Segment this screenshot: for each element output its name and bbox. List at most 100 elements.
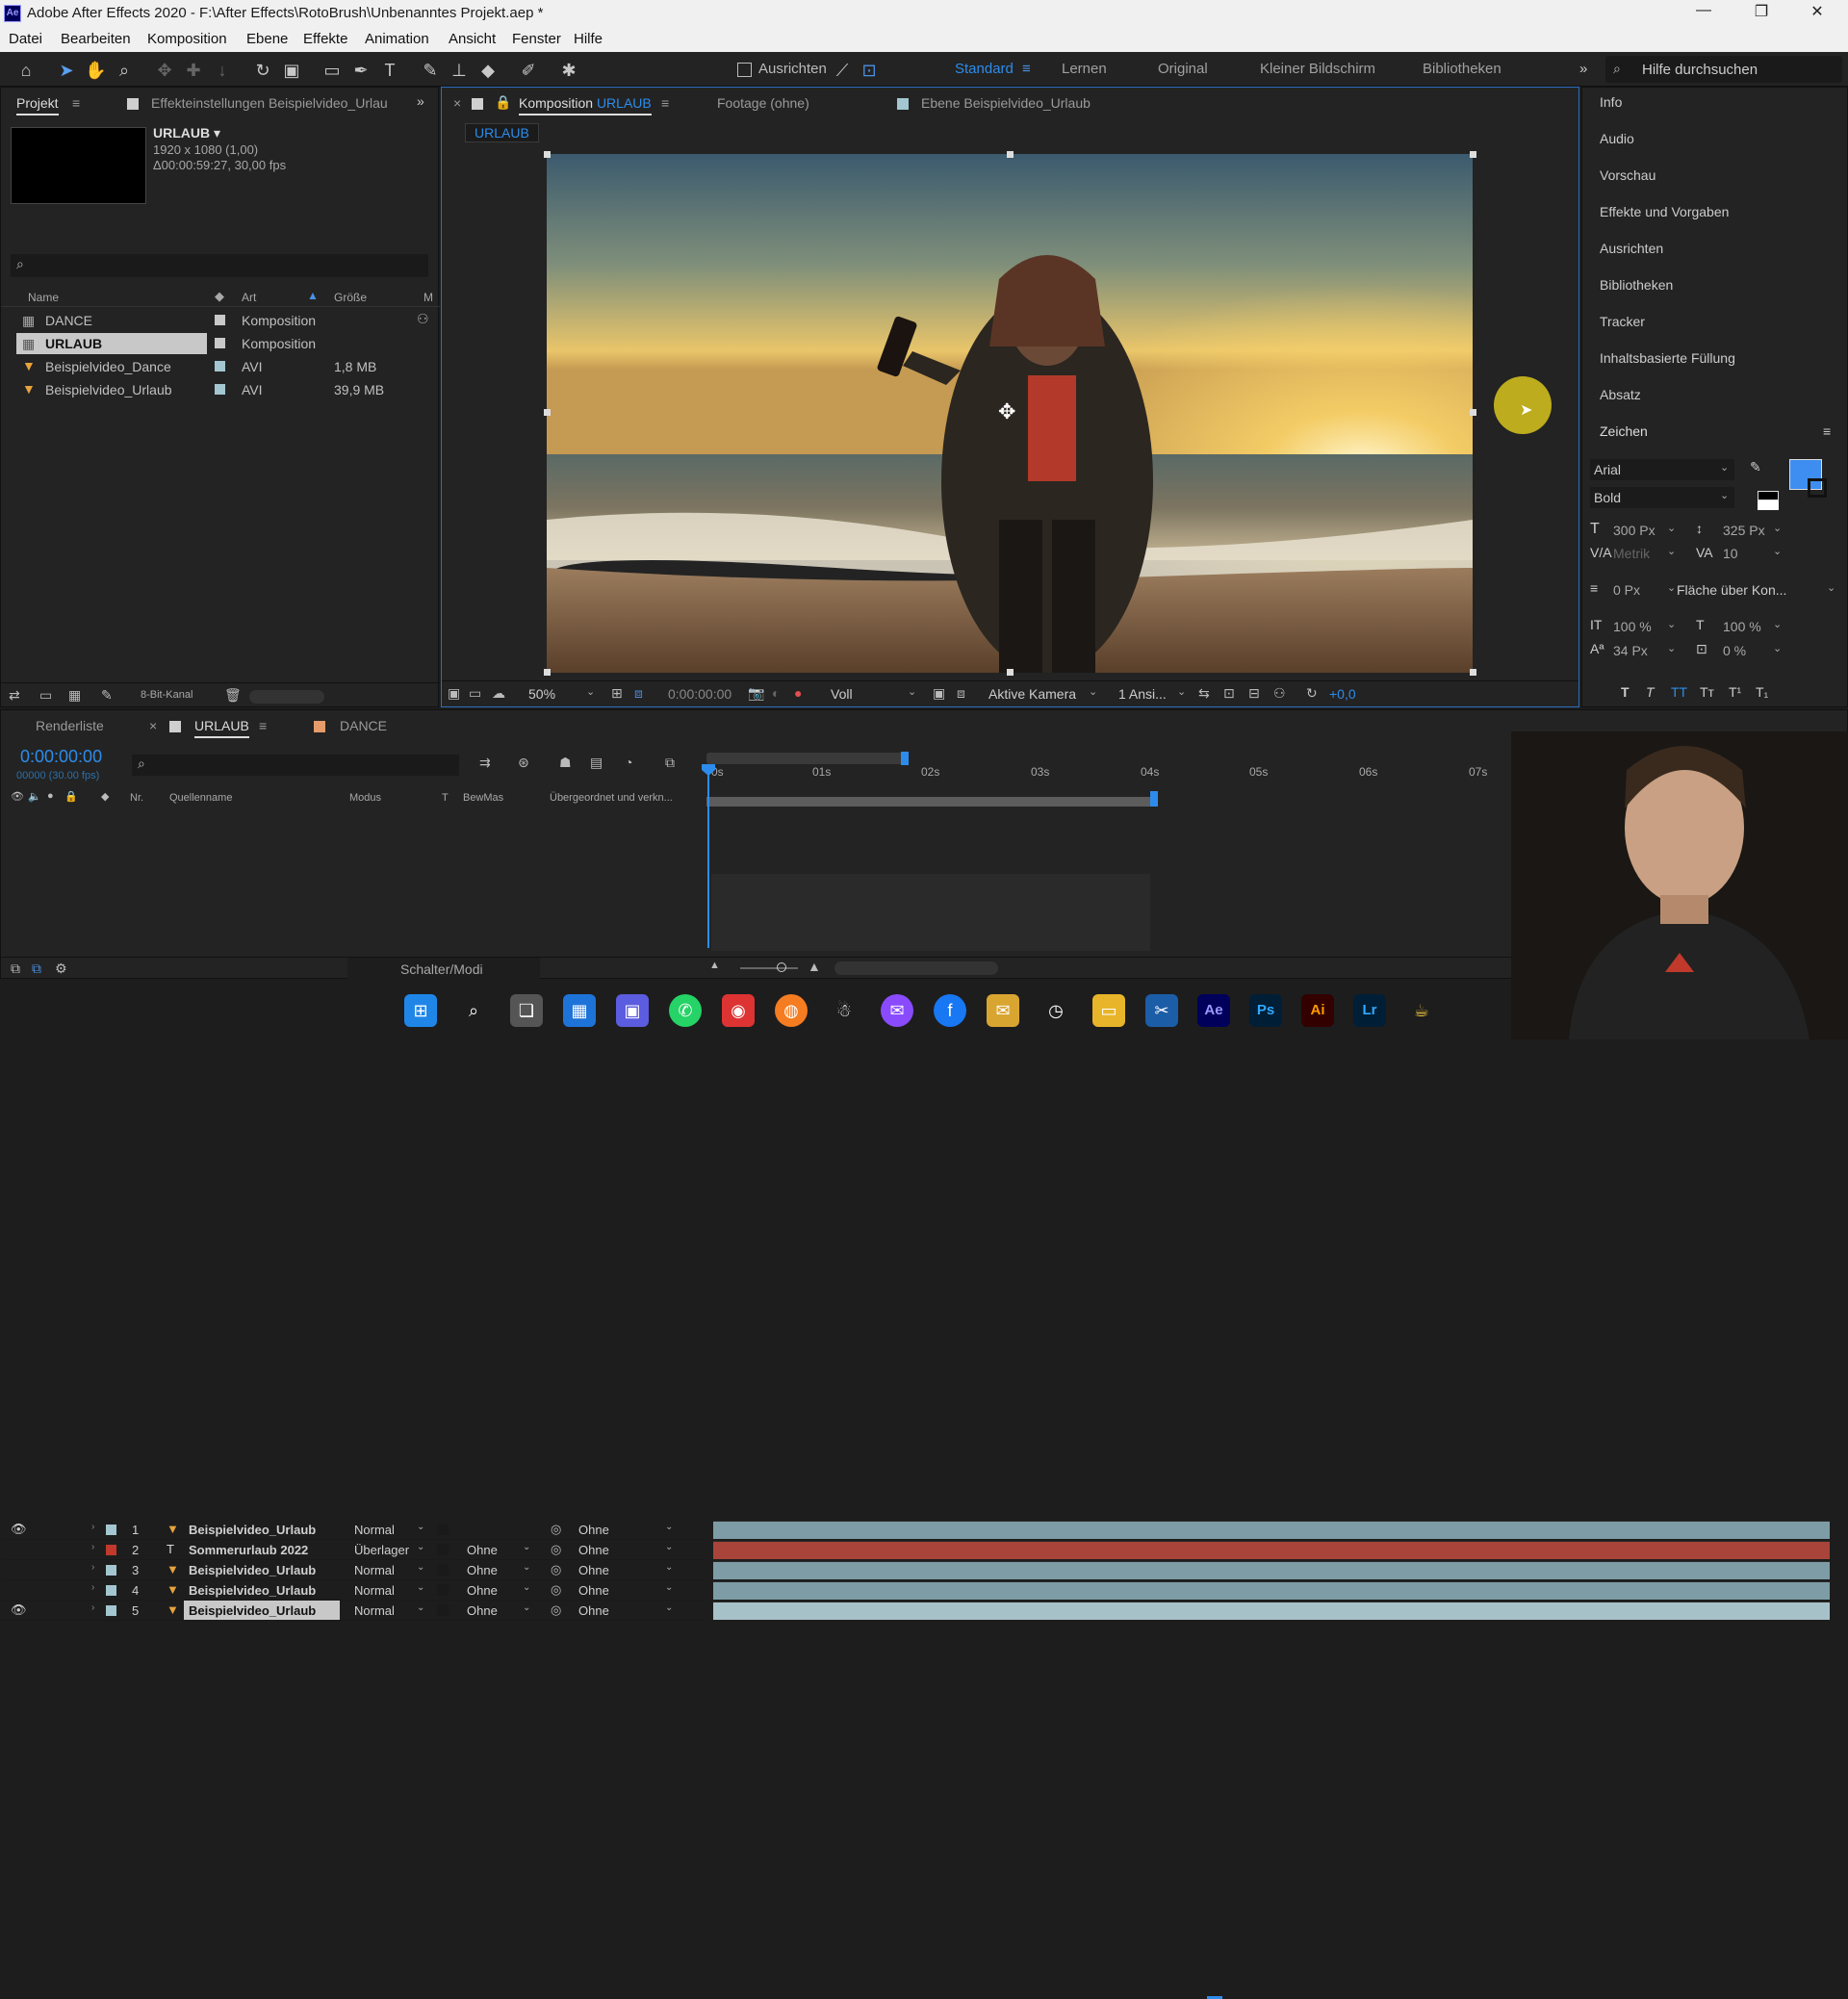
dolly-camera-icon[interactable]: ↓: [212, 60, 233, 81]
chevron-down-icon[interactable]: ⌄: [1177, 685, 1186, 698]
chevron-down-icon[interactable]: ⌄: [1667, 581, 1676, 594]
column-t[interactable]: T: [442, 792, 449, 804]
close-button[interactable]: ✕: [1798, 2, 1836, 25]
widgets-icon[interactable]: ▦: [563, 994, 596, 1027]
more-workspaces-icon[interactable]: »: [1579, 61, 1587, 77]
solo-switch-icon[interactable]: ●: [47, 790, 54, 802]
eraser-tool-icon[interactable]: ◆: [477, 60, 499, 81]
track-matte-dropdown[interactable]: Ohne: [467, 1583, 498, 1598]
layer-duration-bar[interactable]: [713, 1602, 1830, 1620]
column-size[interactable]: Größe: [334, 291, 367, 304]
chevron-down-icon[interactable]: ⌄: [523, 1602, 530, 1613]
pick-whip-icon[interactable]: ◎: [551, 1542, 561, 1557]
layer-duration-bar[interactable]: [713, 1561, 1830, 1579]
transform-handle[interactable]: [1007, 151, 1014, 158]
layer-row[interactable]: 👁 › 1 ▼ Beispielvideo_Urlaub Normal ⌄ ◎ Ohne ⌄: [1, 1520, 706, 1540]
whatsapp-icon[interactable]: ✆: [669, 994, 702, 1027]
snapshot-icon[interactable]: 📷: [748, 685, 764, 702]
bit-depth[interactable]: 8-Bit-Kanal: [141, 689, 192, 701]
comp-menu-icon[interactable]: ≡: [661, 95, 669, 111]
column-trkmat[interactable]: BewMas: [463, 792, 503, 804]
taskbar-search-icon[interactable]: ⌕: [457, 994, 490, 1027]
panel-info[interactable]: Info: [1600, 94, 1622, 110]
chevron-down-icon[interactable]: ⌄: [1667, 545, 1676, 557]
anchor-point-icon[interactable]: ✥: [998, 399, 1015, 424]
transform-handle[interactable]: [1470, 409, 1476, 416]
label-swatch[interactable]: [215, 361, 225, 372]
panel-absatz[interactable]: Absatz: [1600, 387, 1641, 402]
chevron-down-icon[interactable]: ⌄: [665, 1602, 673, 1613]
time-navigator[interactable]: [706, 753, 909, 764]
blend-mode-dropdown[interactable]: Normal: [354, 1563, 395, 1577]
file-explorer-icon[interactable]: ▭: [1092, 994, 1125, 1027]
layer-name[interactable]: Beispielvideo_Urlaub: [189, 1563, 316, 1577]
panel-zeichen[interactable]: Zeichen: [1600, 423, 1648, 439]
tab-komposition[interactable]: Komposition URLAUB: [519, 95, 652, 115]
chevron-down-icon[interactable]: ⌄: [1827, 581, 1835, 594]
task-view-icon[interactable]: ❏: [510, 994, 543, 1027]
menu-ansicht[interactable]: Ansicht: [449, 31, 496, 47]
image-viewer-icon[interactable]: ✉: [987, 994, 1019, 1027]
camera-dropdown[interactable]: Aktive Kamera: [988, 686, 1076, 702]
panel-inhaltsbasierte-fuellung[interactable]: Inhaltsbasierte Füllung: [1600, 350, 1735, 366]
rotate-tool-icon[interactable]: ↻: [252, 60, 273, 81]
panel-audio[interactable]: Audio: [1600, 131, 1634, 146]
chevron-down-icon[interactable]: ⌄: [586, 685, 595, 698]
rectangle-tool-icon[interactable]: ▭: [321, 60, 343, 81]
layer-name[interactable]: Beispielvideo_Urlaub: [189, 1603, 316, 1618]
thumbnail-slider[interactable]: [249, 690, 324, 704]
layer-name[interactable]: Sommerurlaub 2022: [189, 1543, 308, 1557]
adjust-icon[interactable]: ✎: [101, 687, 113, 704]
layer-label-swatch[interactable]: [106, 1605, 116, 1616]
layer-name[interactable]: Beispielvideo_Urlaub: [189, 1523, 316, 1537]
layer-row[interactable]: › 3 ▼ Beispielvideo_Urlaub Normal ⌄ Ohne ⌄ ◎ Ohne…: [1, 1560, 706, 1580]
expand-chevron-icon[interactable]: ›: [91, 1562, 94, 1573]
viewer-timecode[interactable]: 0:00:00:00: [668, 686, 732, 702]
pick-whip-icon[interactable]: ◎: [551, 1582, 561, 1598]
type-tool-icon[interactable]: T: [379, 60, 400, 81]
tab-effekteinstellungen[interactable]: Effekteinstellungen Beispielvideo_Urlau: [151, 95, 388, 111]
zoom-dropdown[interactable]: 50%: [528, 686, 555, 702]
column-parent[interactable]: Übergeordnet und verkn...: [550, 792, 673, 804]
after-effects-taskbar-icon[interactable]: Ae: [1197, 994, 1230, 1027]
track-matte-dropdown[interactable]: Ohne: [467, 1543, 498, 1557]
clone-stamp-icon[interactable]: ⊥: [449, 60, 470, 81]
pick-whip-icon[interactable]: ◎: [551, 1562, 561, 1577]
tab-ebene[interactable]: Ebene Beispielvideo_Urlaub: [921, 95, 1091, 111]
workspace-menu-icon[interactable]: ≡: [1022, 61, 1031, 77]
timeline-zoom-slider[interactable]: [740, 967, 798, 969]
pick-whip-icon[interactable]: ◎: [551, 1602, 561, 1618]
frame-blending-icon[interactable]: ▤: [590, 755, 603, 771]
project-search-field[interactable]: ⌕: [11, 254, 428, 277]
work-area-end[interactable]: [1150, 791, 1158, 807]
channel-icon[interactable]: ●: [794, 685, 802, 701]
mask-icon[interactable]: ☁: [492, 685, 505, 702]
chevron-down-icon[interactable]: ⌄: [1773, 545, 1782, 557]
teams-chat-icon[interactable]: ▣: [616, 994, 649, 1027]
layer-label-swatch[interactable]: [106, 1545, 116, 1555]
comp-name[interactable]: URLAUB ▾: [153, 125, 220, 141]
new-folder-icon[interactable]: ▭: [39, 687, 52, 704]
panel-overflow-icon[interactable]: »: [417, 93, 424, 109]
zoom-slider-thumb[interactable]: [777, 962, 786, 972]
snapping-options-icon[interactable]: ⊡: [859, 60, 880, 81]
expand-chevron-icon[interactable]: ›: [91, 1582, 94, 1593]
chevron-down-icon[interactable]: ⌄: [417, 1562, 424, 1573]
column-nr[interactable]: Nr.: [130, 792, 143, 804]
timeline-scrollbar[interactable]: [834, 961, 998, 975]
chevron-down-icon[interactable]: ⌄: [908, 685, 916, 698]
puppet-app-icon[interactable]: ☃: [828, 994, 860, 1027]
home-icon[interactable]: ⌂: [15, 60, 37, 81]
view-layout-dropdown[interactable]: 1 Ansi...: [1118, 686, 1167, 702]
chevron-down-icon[interactable]: ⌄: [1773, 642, 1782, 654]
tab-footage[interactable]: Footage (ohne): [717, 95, 809, 111]
font-size-value[interactable]: 300 Px: [1613, 523, 1656, 538]
chevron-down-icon[interactable]: ⌄: [417, 1542, 424, 1552]
layer-label-swatch[interactable]: [106, 1565, 116, 1576]
column-name[interactable]: Name: [28, 291, 59, 304]
toggle-transparency-icon[interactable]: ⧈: [957, 685, 965, 702]
kerning-value[interactable]: Metrik: [1613, 546, 1650, 561]
chevron-down-icon[interactable]: ⌄: [417, 1602, 424, 1613]
transparency-grid-icon[interactable]: ⧈: [634, 685, 643, 702]
chevron-down-icon[interactable]: ⌄: [665, 1522, 673, 1532]
